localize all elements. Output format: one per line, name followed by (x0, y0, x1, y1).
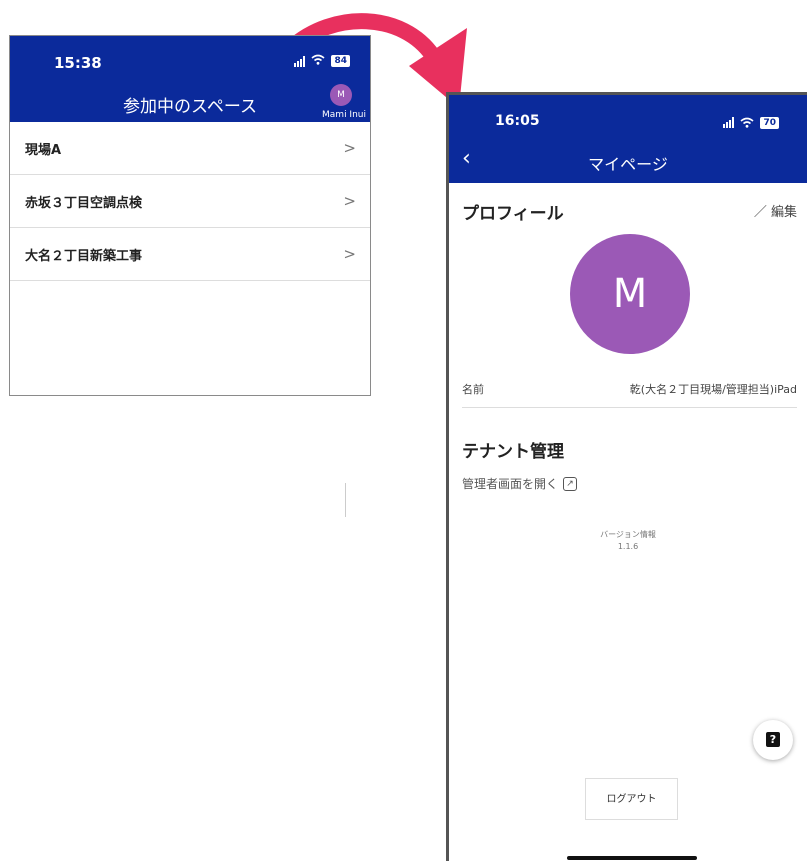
space-item-label: 現場A (25, 142, 62, 158)
name-label: 名前 (462, 383, 484, 396)
status-icons: 70 (723, 113, 779, 132)
name-row: 名前 乾(大名２丁目現場/管理担当)iPad (462, 377, 797, 408)
space-item-daimyo[interactable]: 大名２丁目新築工事 > (10, 228, 370, 281)
status-time: 16:05 (495, 113, 540, 129)
edit-label: 編集 (770, 205, 797, 220)
help-icon: ? (766, 732, 780, 747)
chevron-right-icon: > (343, 245, 356, 263)
status-icons: 84 (294, 54, 350, 68)
battery-icon: 70 (760, 116, 779, 129)
name-value: 乾(大名２丁目現場/管理担当)iPad (629, 383, 797, 396)
home-indicator (567, 856, 697, 860)
version-info: バージョン情報 1.1.6 (449, 529, 807, 553)
battery-icon: 84 (331, 55, 350, 67)
chevron-right-icon: > (343, 139, 356, 157)
admin-link[interactable]: 管理者画面を開く ↗ (462, 475, 578, 492)
spaces-header: 15:38 84 参加中のスペース M Mami Inui (10, 36, 370, 122)
space-item-genba-a[interactable]: 現場A > (10, 122, 370, 175)
wifi-icon (311, 54, 325, 68)
space-list: 現場A > 赤坂３丁目空調点検 > 大名２丁目新築工事 > (10, 122, 370, 281)
profile-avatar: M (570, 234, 690, 354)
logout-button[interactable]: ログアウト (585, 778, 678, 820)
version-label: バージョン情報 (600, 530, 656, 539)
admin-link-label: 管理者画面を開く (462, 477, 559, 491)
avatar[interactable]: M (330, 84, 352, 106)
pencil-icon: ／ (753, 205, 767, 220)
user-name: Mami Inui (322, 110, 366, 120)
help-button[interactable]: ? (753, 720, 793, 760)
status-time: 15:38 (54, 54, 102, 72)
profile-heading: プロフィール (462, 204, 564, 224)
chevron-right-icon: > (343, 192, 356, 210)
space-item-label: 大名２丁目新築工事 (25, 248, 143, 264)
external-link-icon: ↗ (563, 476, 578, 491)
edit-button[interactable]: ／ 編集 (754, 201, 797, 220)
mypage-header: 16:05 70 ‹ マイページ (449, 95, 807, 183)
tenant-heading: テナント管理 (462, 442, 564, 462)
spaces-screen: 15:38 84 参加中のスペース M Mami Inui 現場A > 赤坂３丁… (9, 35, 371, 396)
signal-icon (723, 117, 735, 128)
space-item-label: 赤坂３丁目空調点検 (25, 195, 143, 211)
page-title: 参加中のスペース (123, 97, 257, 117)
wifi-icon (740, 113, 754, 132)
version-value: 1.1.6 (617, 542, 639, 551)
signal-icon (294, 55, 306, 67)
space-item-akasaka[interactable]: 赤坂３丁目空調点検 > (10, 175, 370, 228)
divider (345, 483, 346, 517)
mypage-screen: 16:05 70 ‹ マイページ プロフィール ／ 編集 M 名前 乾(大名２丁… (446, 92, 807, 861)
page-title: マイページ (588, 155, 668, 174)
